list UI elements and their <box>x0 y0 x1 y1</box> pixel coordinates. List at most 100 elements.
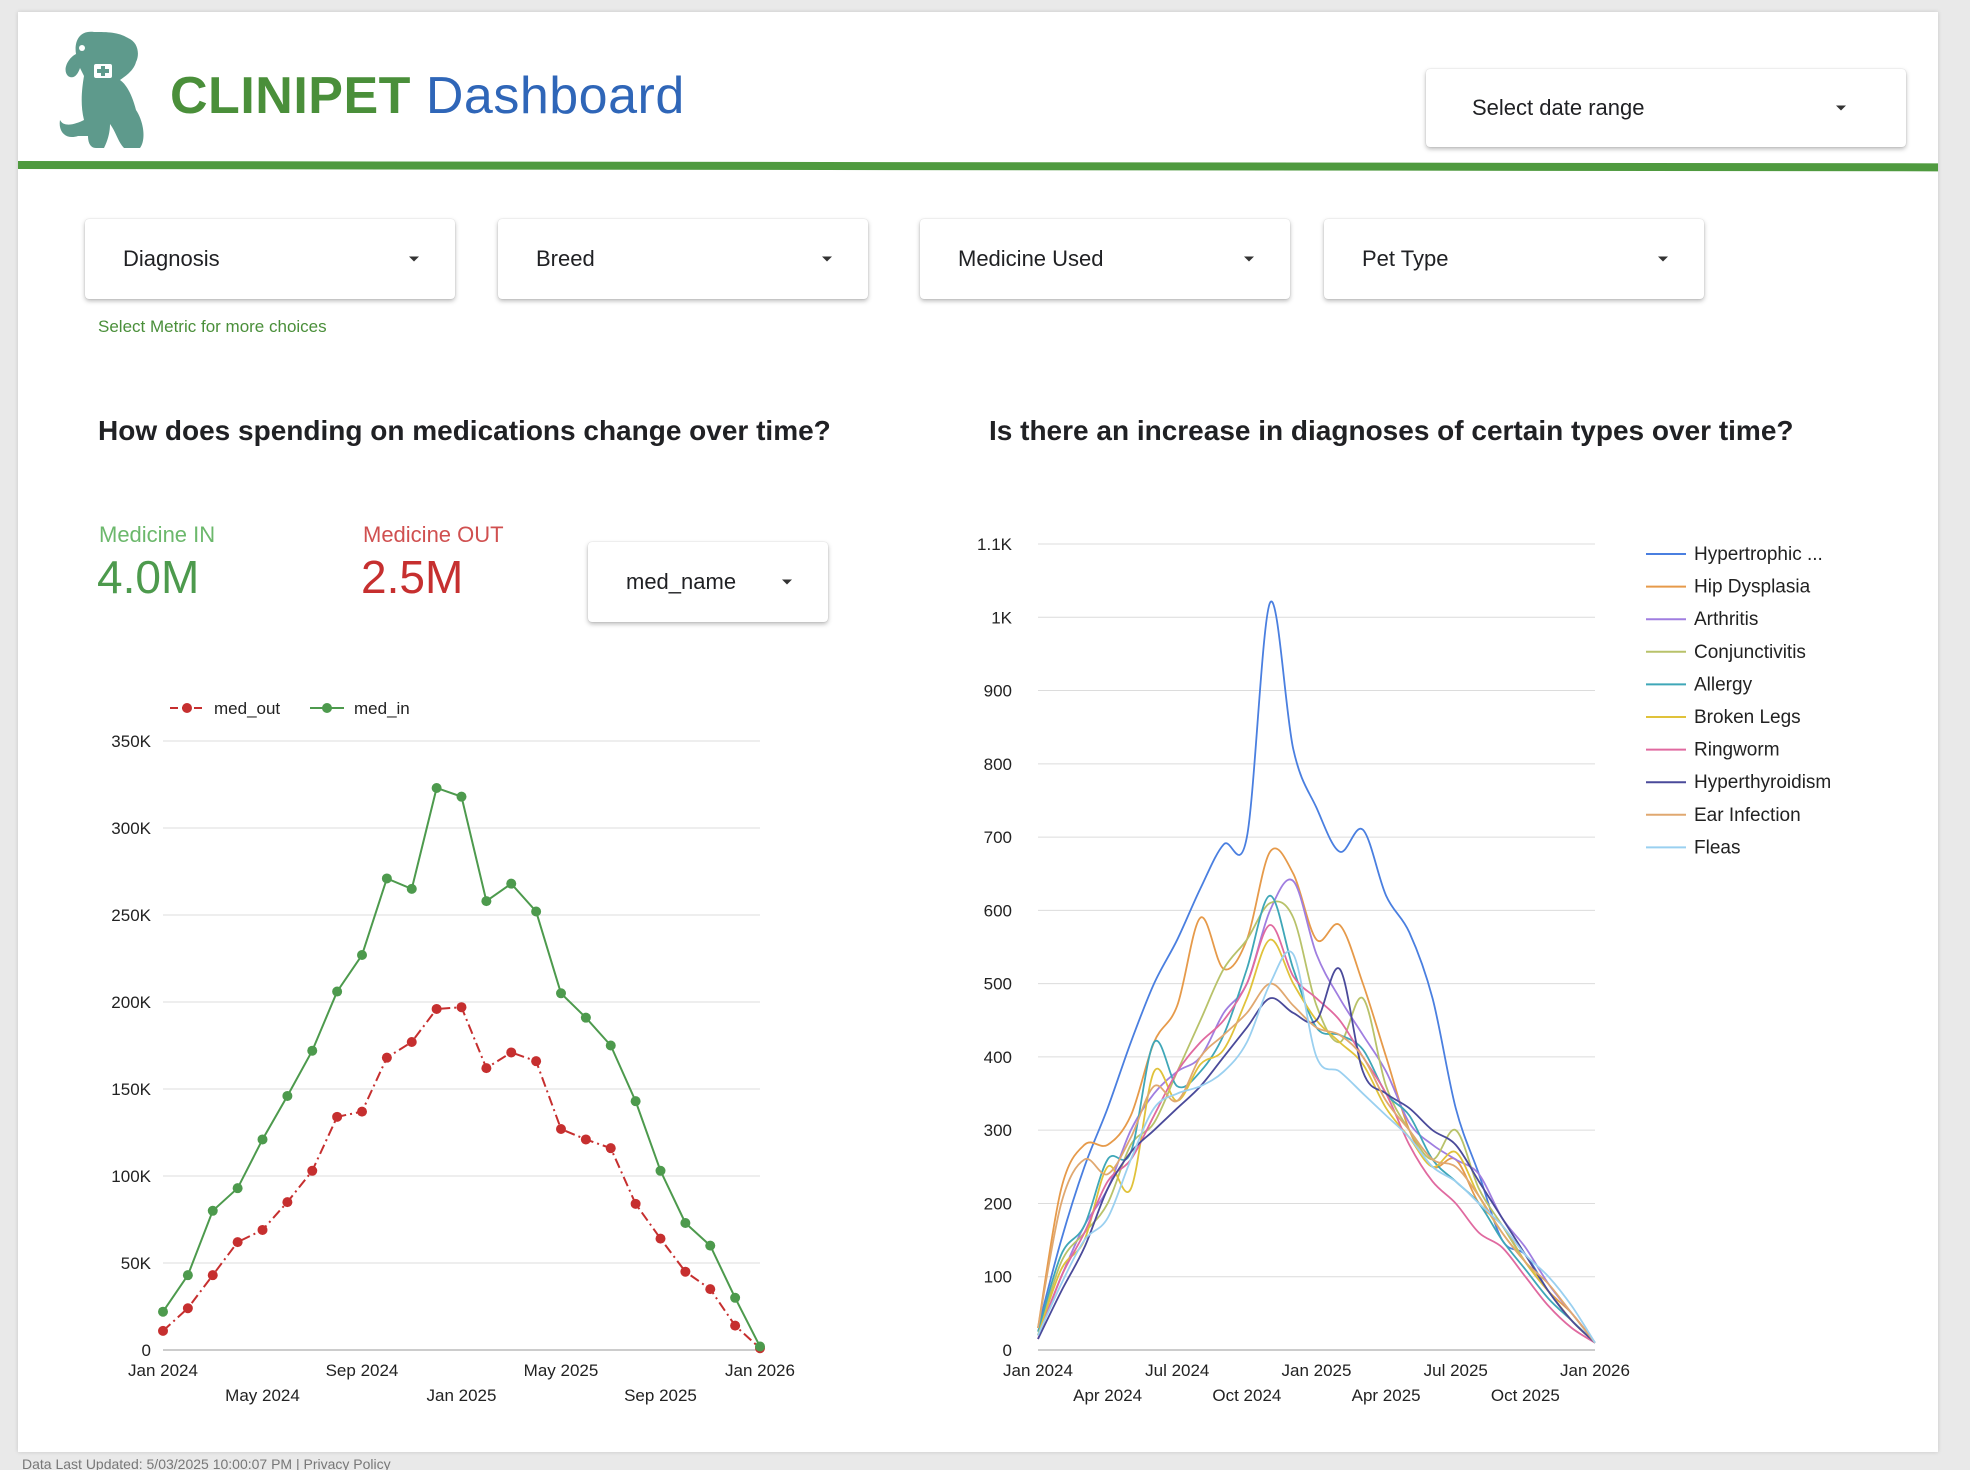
x-tick-label: Sep 2024 <box>326 1361 399 1380</box>
data-point <box>431 1003 442 1014</box>
legend-label: Hyperthyroidism <box>1694 772 1831 793</box>
y-tick-label: 900 <box>984 682 1012 701</box>
y-tick-label: 1.1K <box>977 535 1013 554</box>
data-point <box>406 883 417 894</box>
data-point <box>257 1224 268 1235</box>
medication-spending-chart: 0 50K 100K 150K 200K 250K 300K 350K Jan 2024 May … <box>111 699 795 1405</box>
x-tick-label: Jan 2025 <box>1282 1361 1352 1380</box>
series-line-fleas <box>1037 950 1596 1344</box>
data-point <box>307 1165 318 1176</box>
diagnoses-trend-chart: 0 100 200 300 400 500 600 700 800 900 1K 1.1K Jan 20… <box>977 535 1831 1405</box>
legend-label: med_in <box>354 699 410 718</box>
data-point <box>232 1237 243 1248</box>
x-tick-label: Jan 2025 <box>427 1386 497 1405</box>
y-tick-label: 800 <box>984 755 1012 774</box>
x-tick-label: Jul 2025 <box>1424 1361 1488 1380</box>
data-point <box>158 1306 168 1317</box>
y-tick-label: 500 <box>984 975 1012 994</box>
data-point <box>680 1266 691 1277</box>
x-tick-label: Oct 2025 <box>1491 1386 1560 1405</box>
data-point <box>531 906 542 917</box>
data-point <box>357 950 367 961</box>
x-tick-label: Jan 2024 <box>1003 1361 1073 1380</box>
data-point <box>605 1143 616 1154</box>
data-point <box>381 1052 392 1063</box>
y-tick-label: 200 <box>984 1194 1012 1213</box>
legend-label: med_out <box>214 699 280 718</box>
data-point <box>755 1341 765 1352</box>
data-point <box>506 1047 517 1058</box>
y-tick-label: 700 <box>984 828 1012 847</box>
data-point <box>556 988 566 999</box>
data-point <box>158 1325 168 1336</box>
legend-label: Ear Infection <box>1694 805 1801 826</box>
footer-text: Data Last Updated: 5/03/2025 10:00:07 PM… <box>22 1456 391 1470</box>
data-point <box>257 1134 268 1145</box>
data-point <box>456 1002 467 1013</box>
x-tick-label: Jan 2026 <box>1560 1361 1630 1380</box>
y-tick-label: 100K <box>111 1167 151 1186</box>
data-point <box>506 878 517 889</box>
data-point <box>630 1096 641 1107</box>
data-point <box>655 1233 666 1244</box>
y-tick-label: 0 <box>142 1341 151 1360</box>
data-point <box>630 1198 641 1209</box>
y-tick-label: 100 <box>984 1268 1012 1287</box>
data-point <box>456 791 467 802</box>
data-point <box>332 1111 343 1122</box>
y-tick-label: 150K <box>111 1080 151 1099</box>
y-tick-label: 400 <box>984 1048 1012 1067</box>
data-point <box>730 1292 741 1303</box>
data-point <box>182 1303 193 1314</box>
legend-label: Hip Dysplasia <box>1694 577 1811 598</box>
y-tick-label: 1K <box>991 608 1012 627</box>
legend-label: Hypertrophic ... <box>1694 544 1823 565</box>
x-tick-label: May 2025 <box>524 1361 599 1380</box>
data-point <box>207 1270 218 1281</box>
data-point <box>431 782 442 793</box>
data-point <box>705 1240 716 1251</box>
legend-label: Ringworm <box>1694 740 1780 761</box>
data-point <box>332 986 343 997</box>
series-line-allergy <box>1037 894 1596 1344</box>
legend-label: Broken Legs <box>1694 707 1801 728</box>
data-point <box>531 1056 542 1067</box>
x-tick-label: Apr 2024 <box>1073 1386 1142 1405</box>
data-point <box>605 1040 616 1051</box>
y-tick-label: 200K <box>111 993 151 1012</box>
data-point <box>282 1090 293 1101</box>
data-point <box>406 1037 417 1048</box>
data-point <box>232 1183 243 1194</box>
y-tick-label: 50K <box>121 1254 152 1273</box>
legend-label: Fleas <box>1694 837 1740 858</box>
y-tick-label: 300K <box>111 819 151 838</box>
y-tick-label: 0 <box>1003 1341 1012 1360</box>
legend-label: Arthritis <box>1694 609 1758 630</box>
legend-marker <box>322 703 332 713</box>
series-line-ear-infection <box>1037 982 1596 1344</box>
x-tick-label: Oct 2024 <box>1212 1386 1281 1405</box>
data-point <box>207 1205 218 1216</box>
data-point <box>580 1012 591 1023</box>
y-tick-label: 250K <box>111 906 151 925</box>
data-point <box>556 1124 566 1135</box>
data-point <box>481 1063 492 1074</box>
series-line-med-out <box>162 1006 761 1349</box>
data-point <box>680 1217 691 1228</box>
x-tick-label: Jan 2026 <box>725 1361 795 1380</box>
data-point <box>580 1134 591 1145</box>
legend-marker <box>182 703 192 713</box>
data-point <box>282 1197 293 1208</box>
legend-label: Conjunctivitis <box>1694 642 1806 663</box>
series-line-ringworm <box>1037 924 1596 1344</box>
legend-label: Allergy <box>1694 674 1753 695</box>
data-point <box>182 1270 193 1281</box>
x-tick-label: Jan 2024 <box>128 1361 198 1380</box>
data-point <box>705 1284 716 1295</box>
x-tick-label: May 2024 <box>225 1386 300 1405</box>
series-line-broken-legs <box>1037 938 1596 1344</box>
data-point <box>655 1165 666 1176</box>
data-point <box>381 873 392 884</box>
dashboard-page: CLINIPET Dashboard Select date range Dia… <box>17 12 1939 1452</box>
data-point <box>730 1320 741 1331</box>
